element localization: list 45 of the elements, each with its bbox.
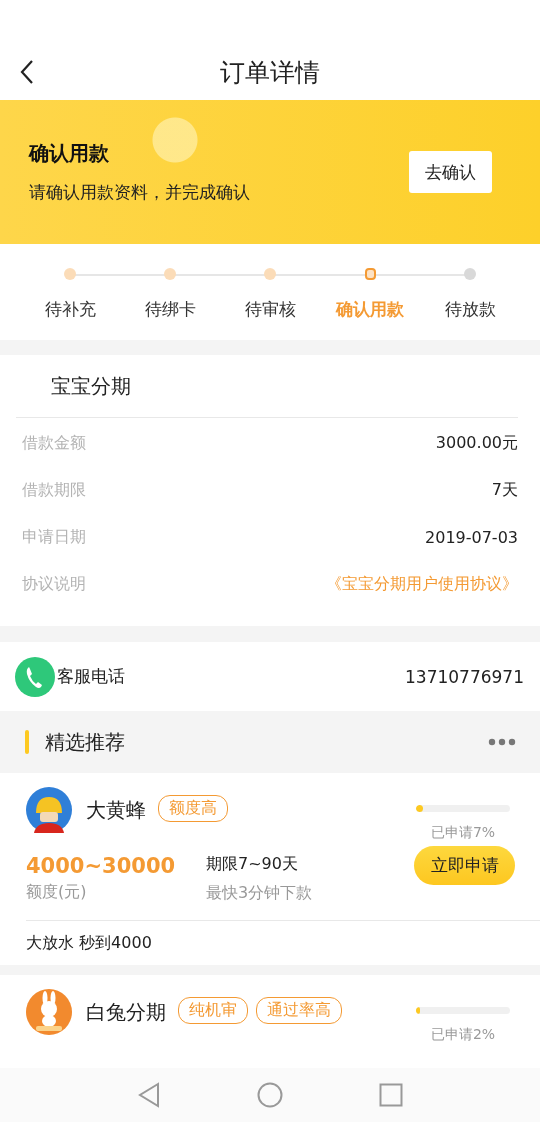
recents-nav-icon[interactable] (379, 1083, 403, 1107)
product-title: 宝宝分期 (16, 355, 518, 418)
step-label: 待绑卡 (144, 298, 196, 321)
applied-percent: 已申请7% (430, 824, 496, 842)
step-dot (164, 268, 176, 280)
banner-title: 确认用款 (29, 140, 110, 167)
confirm-button[interactable]: 去确认 (409, 151, 492, 193)
step-label: 确认用款 (336, 298, 404, 321)
feature-tag: 通过率高 (256, 997, 342, 1024)
field-label: 协议说明 (22, 574, 86, 595)
term-text: 期限7~90天 (206, 854, 299, 875)
step-label: 待放款 (444, 298, 496, 321)
phone-number[interactable]: 13710776971 (405, 666, 524, 687)
back-icon[interactable] (18, 58, 36, 86)
amount-label: 额度(元) (26, 882, 88, 903)
rabbit-logo-icon (26, 989, 72, 1035)
step-dot (64, 268, 76, 280)
field-value: 7天 (491, 480, 518, 501)
product-name: 白兔分期 (86, 999, 166, 1026)
promo-note: 大放水 秒到4000 (26, 920, 540, 965)
field-value: 2019-07-03 (425, 528, 518, 547)
step-label: 待补充 (44, 298, 96, 321)
feature-tag: 额度高 (158, 795, 228, 822)
page-title: 订单详情 (220, 56, 320, 89)
product-name: 大黄蜂 (86, 797, 146, 824)
step-label: 待审核 (244, 298, 296, 321)
field-label: 借款期限 (22, 480, 86, 501)
back-nav-icon[interactable] (137, 1082, 161, 1108)
speed-text: 最快3分钟下款 (206, 883, 314, 904)
field-label: 借款金额 (22, 433, 86, 454)
amount-range: 4000~30000 (26, 854, 177, 878)
step-dot (264, 268, 276, 280)
step-dot (464, 268, 476, 280)
apply-button[interactable]: 立即申请 (414, 846, 515, 885)
service-label: 客服电话 (57, 665, 126, 688)
section-title: 精选推荐 (45, 728, 126, 756)
home-nav-icon[interactable] (257, 1082, 283, 1108)
field-value: 3000.00元 (435, 433, 518, 454)
more-icon[interactable] (488, 738, 516, 746)
phone-icon (15, 656, 55, 697)
field-label: 申请日期 (22, 527, 86, 548)
helmet-logo-icon (26, 787, 72, 833)
banner-subtitle: 请确认用款资料，并完成确认 (29, 181, 250, 204)
feature-tag: 纯机审 (178, 997, 248, 1024)
applied-percent: 已申请2% (430, 1026, 496, 1044)
